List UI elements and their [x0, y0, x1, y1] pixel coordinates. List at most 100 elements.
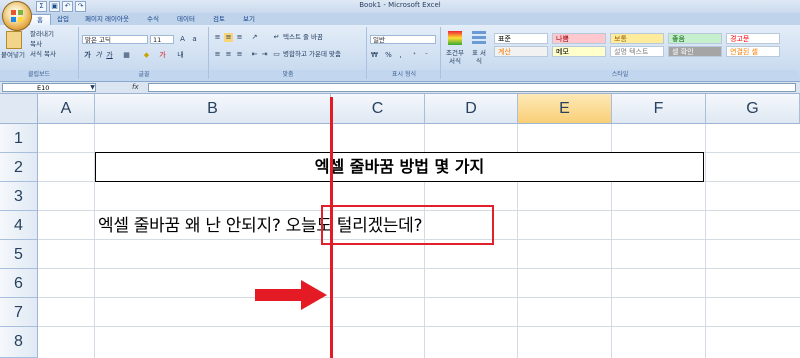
gridline	[38, 268, 800, 269]
bold-icon[interactable]: 가	[83, 51, 92, 60]
align-right-icon[interactable]: ≡	[235, 50, 244, 59]
orientation-icon[interactable]: ↗	[250, 33, 259, 42]
align-bottom-icon[interactable]: ≡	[235, 33, 244, 42]
shrink-font-icon[interactable]: a	[190, 35, 199, 44]
cell-style-2[interactable]: 보통	[610, 33, 664, 44]
cell-style-1[interactable]: 나쁨	[552, 33, 606, 44]
grow-font-icon[interactable]: A	[178, 35, 187, 44]
office-button[interactable]	[2, 1, 32, 31]
number-group: 일반 ₩ % , ⁺ ⁻ 표시 형식	[368, 27, 441, 79]
paste-icon[interactable]	[6, 31, 22, 49]
decrease-indent-icon[interactable]: ⇤	[250, 50, 259, 59]
font-name-select[interactable]: 맑은 고딕	[82, 35, 148, 44]
row-header-2[interactable]: 2	[0, 153, 38, 182]
cell-style-7[interactable]: 설명 텍스트	[610, 46, 664, 57]
gridline	[38, 326, 800, 327]
merge-icon[interactable]: ▭	[272, 50, 281, 59]
column-header-f[interactable]: F	[612, 94, 706, 124]
font-group: 맑은 고딕 11 A a 가 가 가 ▦ ◆ 가 내 글꼴	[80, 27, 209, 79]
cell-style-0[interactable]: 표준	[494, 33, 548, 44]
increase-indent-icon[interactable]: ⇥	[260, 50, 269, 59]
styles-group-label: 스타일	[442, 70, 798, 79]
clipboard-group-label: 클립보드	[0, 70, 78, 79]
copy-button[interactable]: 복사	[30, 40, 42, 49]
align-center-icon[interactable]: ≡	[224, 50, 233, 59]
select-all-corner[interactable]	[0, 94, 38, 124]
phonetic-icon[interactable]: 내	[176, 51, 185, 60]
formula-input[interactable]	[148, 83, 796, 92]
clipboard-group: 붙여넣기 잘라내기 복사 서식 복사 클립보드	[0, 27, 79, 79]
font-size-select[interactable]: 11	[150, 35, 174, 44]
underline-icon[interactable]: 가	[105, 51, 114, 60]
font-color-icon[interactable]: 가	[158, 51, 167, 60]
column-boundary-marker	[330, 97, 333, 358]
ribbon: 붙여넣기 잘라내기 복사 서식 복사 클립보드 맑은 고딕 11 A a 가 가…	[0, 25, 800, 82]
insert-function-icon[interactable]: fx	[132, 83, 139, 91]
excel-window: Σ ▣ ↶ ↷ Book1 - Microsoft Excel 홈 삽입 페이지…	[0, 0, 800, 358]
red-arrow-icon	[255, 280, 327, 310]
window-title: Book1 - Microsoft Excel	[359, 1, 441, 9]
alignment-group: ≡ ≡ ≡ ↗ ↵ 텍스트 줄 바꿈 ≡ ≡ ≡ ⇤ ⇥ ▭ 병합하고 가운데 …	[210, 27, 367, 79]
highlight-box	[321, 205, 494, 245]
decrease-decimal-icon[interactable]: ⁻	[422, 51, 431, 60]
comma-icon[interactable]: ,	[396, 51, 405, 60]
tab-formulas[interactable]: 수식	[142, 14, 164, 25]
column-header-a[interactable]: A	[38, 94, 95, 124]
row-header-6[interactable]: 6	[0, 269, 38, 298]
align-middle-icon[interactable]: ≡	[224, 33, 233, 42]
font-group-label: 글꼴	[80, 70, 208, 79]
number-format-select[interactable]: 일반	[370, 35, 436, 44]
styles-group: 조건부 서식 표 서식 표준 나쁨 보통 좋음 경고문계산 메모 설명 텍스트 셀 확인 연결된…	[442, 27, 798, 79]
conditional-format-icon[interactable]	[448, 31, 462, 45]
name-box-dropdown-icon[interactable]: ▼	[88, 83, 97, 92]
increase-decimal-icon[interactable]: ⁺	[410, 51, 419, 60]
column-header-e[interactable]: E	[518, 94, 612, 124]
column-header-b[interactable]: B	[95, 94, 331, 124]
cell-b2-title[interactable]: 엑셀 줄바꿈 방법 몇 가지	[95, 152, 704, 182]
row-header-1[interactable]: 1	[0, 124, 38, 153]
wrap-text-icon[interactable]: ↵	[272, 33, 281, 42]
format-as-table-button[interactable]: 표 서식	[470, 49, 488, 65]
name-box[interactable]: E10	[2, 83, 96, 92]
title-bar: Σ ▣ ↶ ↷ Book1 - Microsoft Excel	[0, 0, 800, 13]
cell-style-8[interactable]: 셀 확인	[668, 46, 722, 57]
tab-insert[interactable]: 삽입	[52, 14, 74, 25]
row-header-8[interactable]: 8	[0, 327, 38, 358]
format-painter-button[interactable]: 서식 복사	[30, 50, 56, 59]
gridline	[705, 124, 706, 358]
row-header-7[interactable]: 7	[0, 298, 38, 327]
row-header-5[interactable]: 5	[0, 240, 38, 269]
gridline	[38, 297, 800, 298]
wrap-text-button[interactable]: 텍스트 줄 바꿈	[283, 33, 323, 42]
column-header-c[interactable]: C	[331, 94, 425, 124]
format-as-table-icon[interactable]	[472, 31, 486, 45]
cell-style-9[interactable]: 연결된 셀	[726, 46, 780, 57]
cut-button[interactable]: 잘라내기	[30, 30, 54, 39]
currency-icon[interactable]: ₩	[370, 51, 379, 60]
cell-style-3[interactable]: 좋음	[668, 33, 722, 44]
number-group-label: 표시 형식	[368, 70, 440, 79]
fill-color-icon[interactable]: ◆	[142, 51, 151, 60]
office-logo-icon	[11, 10, 23, 22]
merge-center-button[interactable]: 병합하고 가운데 맞춤	[283, 50, 341, 59]
borders-icon[interactable]: ▦	[122, 51, 131, 60]
tab-data[interactable]: 데이터	[172, 14, 200, 25]
column-header-g[interactable]: G	[706, 94, 800, 124]
row-header-3[interactable]: 3	[0, 182, 38, 211]
cell-style-4[interactable]: 경고문	[726, 33, 780, 44]
cell-style-6[interactable]: 메모	[552, 46, 606, 57]
tab-page-layout[interactable]: 페이지 레이아웃	[78, 14, 136, 25]
cell-style-5[interactable]: 계산	[494, 46, 548, 57]
conditional-format-button[interactable]: 조건부 서식	[444, 49, 466, 65]
paste-button[interactable]: 붙여넣기	[1, 51, 25, 60]
tab-view[interactable]: 보기	[238, 14, 260, 25]
percent-icon[interactable]: %	[384, 51, 393, 60]
alignment-group-label: 맞춤	[210, 70, 366, 79]
column-header-d[interactable]: D	[425, 94, 518, 124]
tab-review[interactable]: 검토	[208, 14, 230, 25]
formula-bar: E10 ▼ fx	[0, 82, 800, 94]
row-header-4[interactable]: 4	[0, 211, 38, 240]
align-left-icon[interactable]: ≡	[213, 50, 222, 59]
align-top-icon[interactable]: ≡	[213, 33, 222, 42]
italic-icon[interactable]: 가	[94, 51, 103, 60]
